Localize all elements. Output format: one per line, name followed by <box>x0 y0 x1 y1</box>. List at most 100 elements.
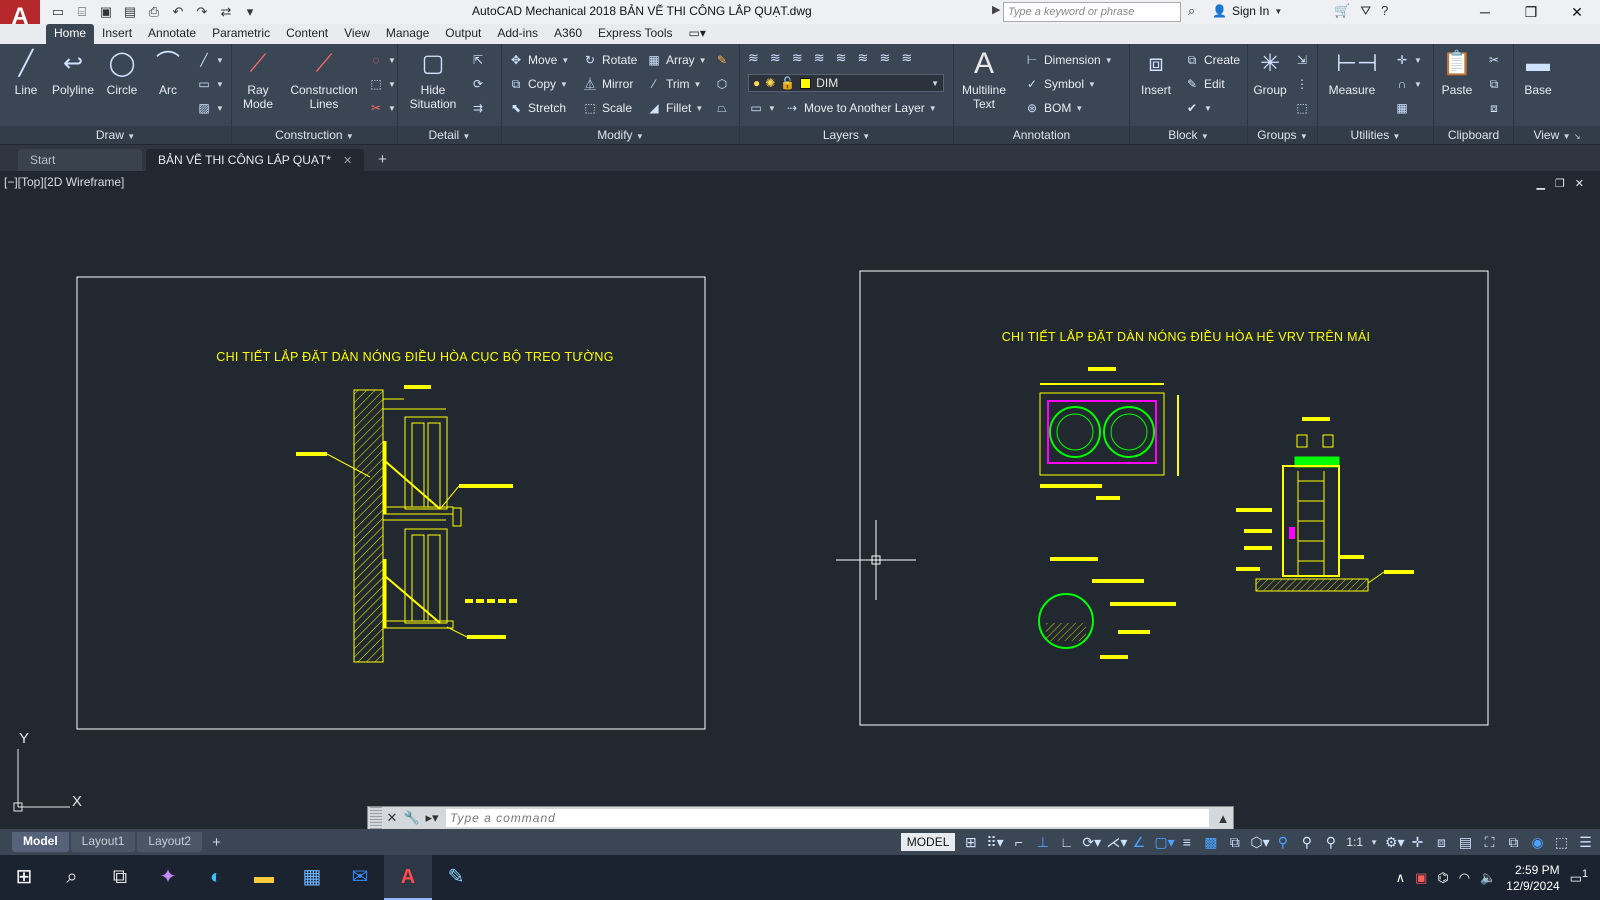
command-customize-icon[interactable]: 🔧 <box>402 810 422 826</box>
tab-view[interactable]: View <box>336 24 378 44</box>
layer-color-dropdown[interactable]: ▭ ▼ <box>748 98 776 118</box>
plot-icon[interactable]: ⎙ <box>144 2 164 22</box>
tab-add-ins[interactable]: Add-ins <box>489 24 546 44</box>
paste-button[interactable]: 📋 Paste <box>1436 48 1478 97</box>
dynamic-input-icon[interactable]: ⊥ <box>1034 834 1051 851</box>
layer-freeze-icon[interactable]: ≋ <box>814 50 825 66</box>
start-tab[interactable]: Start <box>18 149 142 171</box>
detail-panel-title[interactable]: Detail ▼ <box>398 126 501 144</box>
rectangle-icon[interactable]: ▭ ▼ <box>196 74 224 94</box>
tab-content[interactable]: Content <box>278 24 336 44</box>
move-button[interactable]: ✥ Move ▼ <box>508 50 569 70</box>
outlook-icon[interactable]: ✉ <box>336 855 384 900</box>
tab-home[interactable]: Home <box>46 24 95 44</box>
construction-panel-title[interactable]: Construction ▼ <box>232 126 397 144</box>
hardware-acceleration-icon[interactable]: ◉ <box>1529 834 1546 851</box>
fillet-button[interactable]: ◢ Fillet ▼ <box>646 98 703 118</box>
modify-panel-title[interactable]: Modify ▼ <box>502 126 739 144</box>
base-button[interactable]: ▬ Base <box>1518 48 1558 97</box>
search-expand-icon[interactable]: ▶ <box>992 3 1000 16</box>
minimize-icon[interactable]: ─ <box>1462 0 1508 24</box>
edit-block-button[interactable]: ✎ Edit <box>1184 74 1225 94</box>
microsoft-store-icon[interactable]: ▦ <box>288 855 336 900</box>
restore-icon[interactable]: ❐ <box>1508 0 1554 24</box>
3d-osnap-icon[interactable]: ⬡▾ <box>1250 834 1269 851</box>
clipboard-panel-title[interactable]: Clipboard <box>1434 126 1513 144</box>
annotation-visibility-icon[interactable]: ⚲ <box>1274 834 1291 851</box>
tab-parametric[interactable]: Parametric <box>204 24 278 44</box>
construction-erase-icon[interactable]: ✂ ▼ <box>368 98 396 118</box>
layer-isolate-icon[interactable]: ≋ <box>792 50 803 66</box>
calculator-icon[interactable]: ▦ <box>1394 98 1410 118</box>
layer-state-icon[interactable]: ≋ <box>770 50 781 66</box>
offset-icon[interactable]: ⏢ <box>714 98 730 118</box>
qat-dropdown-icon[interactable]: ▾ <box>240 2 260 22</box>
layout2-tab[interactable]: Layout2 <box>137 832 203 852</box>
command-close-icon[interactable]: ✕ <box>382 810 402 826</box>
layer-off-icon[interactable]: ≋ <box>836 50 847 66</box>
model-tab[interactable]: Model <box>12 832 69 852</box>
object-snap-icon[interactable]: ▢▾ <box>1154 834 1174 851</box>
group-edit-icon[interactable]: ⋮ <box>1294 74 1310 94</box>
volume-icon[interactable]: 🔈 <box>1480 870 1496 886</box>
ungroup-icon[interactable]: ⇲ <box>1294 50 1310 70</box>
tray-app-icon[interactable]: ▣ <box>1415 870 1427 886</box>
utilities-panel-title[interactable]: Utilities ▼ <box>1318 126 1433 144</box>
erase-icon[interactable]: ✎ <box>714 50 730 70</box>
drawing-canvas[interactable]: [−][Top][2D Wireframe] ▁ ❐ ✕ CHI TIẾT LẮ… <box>0 171 1600 839</box>
hatch-icon[interactable]: ▨ ▼ <box>196 98 224 118</box>
move-to-another-layer-button[interactable]: ⇢ Move to Another Layer ▼ <box>784 98 937 118</box>
sign-in-button[interactable]: 👤 Sign In ▼ <box>1212 4 1282 18</box>
trim-button[interactable]: ⁄ Trim ▼ <box>646 74 701 94</box>
model-space-button[interactable]: MODEL <box>900 833 956 851</box>
utility-2-icon[interactable]: ∩ ▼ <box>1394 74 1422 94</box>
units-icon[interactable]: ⧈ <box>1433 834 1450 851</box>
edge-icon[interactable]: ◐ <box>192 855 240 900</box>
groups-panel-title[interactable]: Groups ▼ <box>1248 126 1317 144</box>
network-icon[interactable]: ⌬ <box>1437 870 1448 886</box>
layer-dropdown[interactable]: ● ✺ 🔓 DIM ▼ <box>748 74 944 92</box>
lineweight-icon[interactable]: ≡ <box>1178 834 1195 850</box>
command-prompt-icon[interactable]: ▸▾ <box>422 810 442 826</box>
multiline-text-button[interactable]: A Multiline Text <box>956 48 1012 112</box>
block-attribute-icon[interactable]: ✔ ▼ <box>1184 98 1212 118</box>
layers-panel-title[interactable]: Layers ▼ <box>740 126 953 144</box>
grid-icon[interactable]: ⊞ <box>962 834 979 851</box>
ribbon-options-icon[interactable]: ▭▾ <box>681 24 714 44</box>
insert-block-button[interactable]: ⧈ Insert <box>1132 48 1180 97</box>
tab-a360[interactable]: A360 <box>546 24 590 44</box>
cart-icon[interactable]: 🛒 <box>1334 3 1350 19</box>
arc-button[interactable]: ⌒ Arc <box>148 48 188 97</box>
ortho-icon[interactable]: ∟ <box>1058 834 1075 850</box>
save-icon[interactable]: ▣ <box>96 2 116 22</box>
view-panel-title[interactable]: View ▼ ↘ <box>1514 126 1600 144</box>
tab-annotate[interactable]: Annotate <box>140 24 204 44</box>
windows-start-icon[interactable]: ⊞ <box>0 855 48 900</box>
isodraft-icon[interactable]: ⋌▾ <box>1106 834 1127 851</box>
save-as-icon[interactable]: ▤ <box>120 2 140 22</box>
polar-icon[interactable]: ⟳▾ <box>1082 834 1101 851</box>
undo-icon[interactable]: ↶ <box>168 2 188 22</box>
annotation-scale[interactable]: 1:1 <box>1346 835 1363 849</box>
construction-rectangle-icon[interactable]: ⬚ ▼ <box>368 74 396 94</box>
annotation-panel-title[interactable]: Annotation <box>954 126 1129 144</box>
task-view-icon[interactable]: ⧉ <box>96 855 144 900</box>
snap-icon[interactable]: ⠿▾ <box>986 834 1003 851</box>
infer-icon[interactable]: ⌐ <box>1010 834 1027 850</box>
customization-menu-icon[interactable]: ☰ <box>1577 834 1594 851</box>
construction-line-icon[interactable]: ╱ ▼ <box>196 50 224 70</box>
add-layout-icon[interactable]: + <box>202 834 231 851</box>
system-clock[interactable]: 2:59 PM 12/9/2024 <box>1506 862 1559 894</box>
isolate-objects-icon[interactable]: ⧉ <box>1505 834 1522 851</box>
group-button[interactable]: ✳ Group <box>1250 48 1290 97</box>
copilot-icon[interactable]: ✦ <box>144 855 192 900</box>
open-file-icon[interactable]: ⌸ <box>72 2 92 22</box>
command-history-icon[interactable]: ▲ <box>1213 811 1233 826</box>
ray-mode-button[interactable]: ⟋ Ray Mode <box>236 48 280 111</box>
tray-overflow-icon[interactable]: ∧ <box>1396 870 1406 886</box>
copy-clip-icon[interactable]: ⧉ <box>1486 74 1502 94</box>
annotation-monitor-icon[interactable]: ✛ <box>1409 834 1426 851</box>
quick-properties-icon[interactable]: ▤ <box>1457 834 1474 851</box>
close-icon[interactable]: ✕ <box>1554 0 1600 24</box>
rotate-button[interactable]: ↻ Rotate <box>582 50 637 70</box>
